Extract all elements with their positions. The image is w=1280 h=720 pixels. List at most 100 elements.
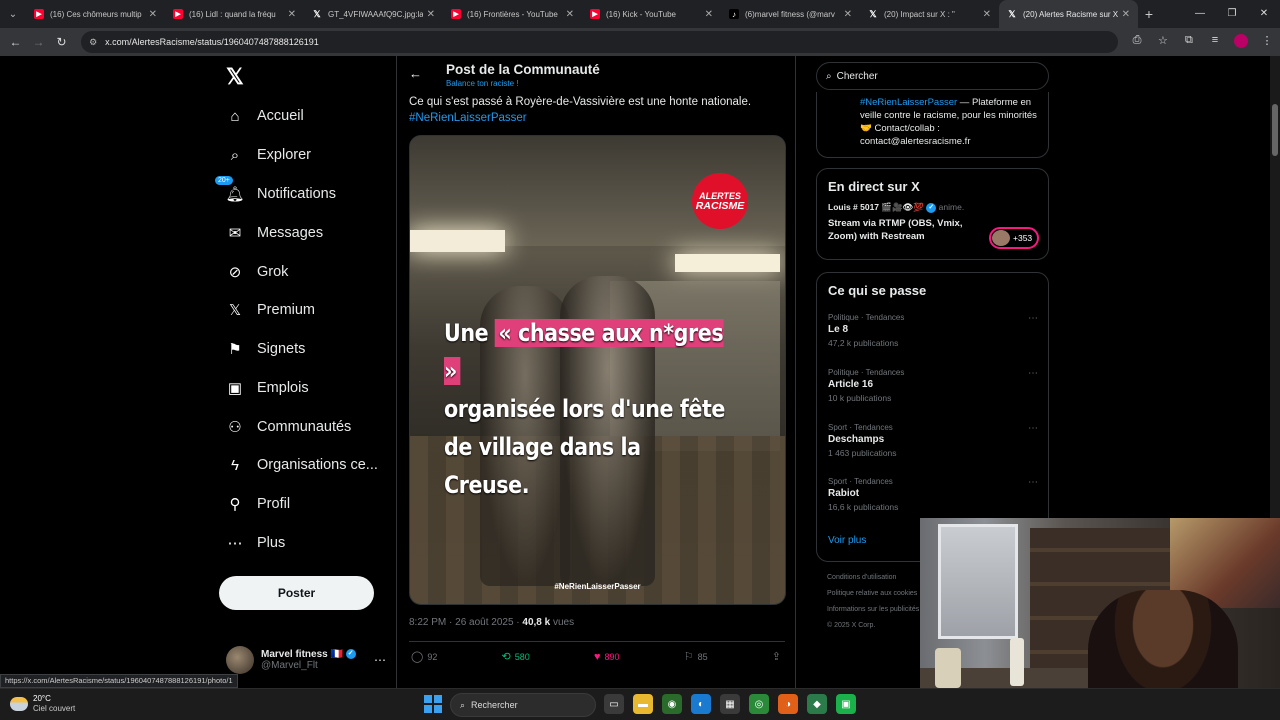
repost-button[interactable]: ⟲ 580 bbox=[502, 650, 530, 663]
x-logo-icon[interactable]: 𝕏 bbox=[226, 64, 244, 90]
file-explorer-icon[interactable]: ▬ bbox=[633, 694, 653, 714]
bell-icon: 🔔︎ 20+ bbox=[214, 175, 245, 203]
post-media-image[interactable]: ALERTES RACISME Une « chasse aux n*gres … bbox=[409, 135, 786, 605]
trend-count: 16,6 k publications bbox=[828, 502, 899, 512]
store-icon[interactable]: ▦ bbox=[720, 694, 740, 714]
account-switcher[interactable]: Marvel fitness 🇫🇷 ✓ @Marvel_Flt ⋯ bbox=[226, 643, 386, 677]
share-button[interactable]: ⇪ bbox=[772, 650, 785, 663]
footer-link[interactable]: Informations sur les publicités bbox=[827, 602, 927, 618]
trend-item[interactable]: Politique · Tendances Article 16 10 k pu… bbox=[828, 368, 1038, 403]
browser-tab[interactable]: ▶ (16) Lidl : quand la fréqu ✕ bbox=[165, 0, 304, 28]
taskbar-search[interactable]: ⌕ Rechercher bbox=[450, 693, 596, 717]
more-icon[interactable]: ⋯ bbox=[1028, 477, 1038, 488]
nav-item-more[interactable]: ⋯ Plus bbox=[226, 528, 286, 558]
close-icon[interactable]: ✕ bbox=[427, 9, 435, 20]
like-button[interactable]: ♥ 890 bbox=[594, 650, 620, 663]
trend-name: Rabiot bbox=[828, 488, 860, 499]
windows-start-icon[interactable] bbox=[424, 695, 442, 713]
close-icon[interactable]: ✕ bbox=[844, 9, 852, 20]
trend-category: Politique · Tendances bbox=[828, 368, 905, 377]
reply-button[interactable]: ◯ 92 bbox=[411, 650, 437, 663]
live-card[interactable]: En direct sur X Louis # 5017 🎬🎥👁💯 ✓ anim… bbox=[816, 168, 1049, 260]
nav-item-communities[interactable]: ⚇ Communautés bbox=[226, 412, 351, 442]
more-icon[interactable]: ⋯ bbox=[1028, 313, 1038, 324]
more-icon[interactable]: ⋯ bbox=[1028, 423, 1038, 434]
browser-tab[interactable]: 𝕏 (20) Impact sur X : " ✕ bbox=[860, 0, 999, 28]
nav-item-home[interactable]: ⌂ Accueil bbox=[226, 101, 303, 131]
scrollbar-thumb[interactable] bbox=[1272, 104, 1278, 156]
search-input[interactable]: ⌕ Chercher bbox=[816, 62, 1049, 90]
nav-item-organizations[interactable]: ϟ Organisations ce... bbox=[226, 450, 378, 480]
nav-item-profile[interactable]: ⚲ Profil bbox=[226, 489, 291, 519]
trend-item[interactable]: Sport · Tendances Rabiot 16,6 k publicat… bbox=[828, 477, 1038, 512]
logo-line: RACISME bbox=[695, 200, 745, 212]
edge-icon[interactable]: ◐ bbox=[691, 694, 711, 714]
forward-arrow-icon[interactable]: → bbox=[27, 35, 50, 49]
footer-link[interactable]: Politique relative aux cookies bbox=[827, 586, 927, 602]
nav-item-jobs[interactable]: ▣ Emplois bbox=[226, 373, 309, 403]
url-field[interactable]: ⚙ x.com/AlertesRacisme/status/1960407487… bbox=[81, 31, 1118, 53]
browser-tab[interactable]: ♪ (6)marvel fitness (@marv ✕ bbox=[721, 0, 860, 28]
back-arrow-icon[interactable]: ← bbox=[409, 66, 422, 81]
nav-item-explore[interactable]: ⌕ Explorer bbox=[226, 140, 311, 170]
profile-avatar[interactable] bbox=[1228, 33, 1254, 51]
nav-item-premium[interactable]: 𝕏 Premium bbox=[226, 295, 315, 325]
more-icon[interactable]: ⋯ bbox=[374, 653, 386, 667]
site-info-icon[interactable]: ⚙ bbox=[89, 37, 97, 48]
browser-tab-active[interactable]: 𝕏 (20) Alertes Racisme sur X ✕ bbox=[999, 0, 1138, 28]
nvidia-icon[interactable]: ◉ bbox=[662, 694, 682, 714]
close-icon[interactable]: ✕ bbox=[983, 9, 991, 20]
app-icon[interactable]: ◆ bbox=[807, 694, 827, 714]
more-icon[interactable]: ⋯ bbox=[1028, 368, 1038, 379]
see-more-link[interactable]: Voir plus bbox=[828, 535, 866, 546]
minimize-icon[interactable]: — bbox=[1184, 0, 1216, 28]
nav-item-notifications[interactable]: 🔔︎ 20+ Notifications bbox=[214, 175, 336, 209]
close-icon[interactable]: ✕ bbox=[149, 9, 157, 20]
new-tab-button[interactable]: + bbox=[1138, 6, 1160, 22]
browser-tab[interactable]: ▶ (16) Frontières - YouTube ✕ bbox=[443, 0, 582, 28]
firefox-icon[interactable]: ◑ bbox=[778, 694, 798, 714]
extensions-icon[interactable]: ⧉ bbox=[1176, 34, 1202, 51]
chrome-icon[interactable]: ◎ bbox=[749, 694, 769, 714]
reload-icon[interactable]: ↻ bbox=[50, 35, 73, 49]
post-time[interactable]: 8:22 PM · 26 août 2025 · bbox=[409, 617, 522, 628]
browser-tab[interactable]: ▶ (16) Ces chômeurs multip ✕ bbox=[26, 0, 165, 28]
tab-search-button[interactable]: ⌄ bbox=[0, 0, 26, 28]
post-button[interactable]: Poster bbox=[219, 576, 374, 610]
hashtag-link[interactable]: #NeRienLaisserPasser bbox=[860, 97, 957, 108]
maximize-icon[interactable]: ❐ bbox=[1216, 0, 1248, 28]
kebab-menu-icon[interactable]: ⋮ bbox=[1254, 34, 1280, 51]
nav-item-messages[interactable]: ✉ Messages bbox=[226, 218, 323, 248]
nav-label: Signets bbox=[257, 341, 306, 357]
mail-icon: ✉ bbox=[228, 225, 242, 242]
media-watermark: #NeRienLaisserPasser bbox=[554, 582, 641, 591]
live-user-name: Louis # 5017 🎬🎥👁💯 bbox=[828, 202, 924, 212]
weather-widget[interactable]: 20°C Ciel couvert bbox=[10, 694, 75, 714]
trend-item[interactable]: Politique · Tendances Le 8 47,2 k public… bbox=[828, 313, 1038, 348]
task-view-icon[interactable]: ▭ bbox=[604, 694, 624, 714]
nav-item-bookmarks[interactable]: ⚑ Signets bbox=[226, 334, 305, 364]
footer-link[interactable]: Conditions d'utilisation bbox=[827, 570, 927, 586]
browser-tab[interactable]: ▶ (16) Kick - YouTube ✕ bbox=[582, 0, 721, 28]
close-icon[interactable]: ✕ bbox=[705, 9, 713, 20]
browser-tab[interactable]: 𝕏 GT_4VFIWAAAfQ9C.jpg:la ✕ bbox=[304, 0, 443, 28]
hashtag-link[interactable]: #NeRienLaisserPasser bbox=[409, 111, 789, 127]
close-icon[interactable]: ✕ bbox=[1122, 9, 1130, 20]
star-icon[interactable]: ☆ bbox=[1150, 34, 1176, 51]
close-icon[interactable]: ✕ bbox=[288, 9, 296, 20]
close-window-icon[interactable]: ✕ bbox=[1248, 0, 1280, 28]
trend-name: Le 8 bbox=[828, 324, 849, 335]
caption-text: Une bbox=[444, 319, 495, 347]
bookmark-button[interactable]: ⚐ 85 bbox=[684, 650, 708, 663]
trend-item[interactable]: Sport · Tendances Deschamps 1 463 public… bbox=[828, 423, 1038, 458]
close-icon[interactable]: ✕ bbox=[566, 9, 574, 20]
app-icon[interactable]: ▣ bbox=[836, 694, 856, 714]
community-link[interactable]: Balance ton raciste ! bbox=[446, 79, 518, 88]
live-heading: En direct sur X bbox=[828, 179, 920, 194]
media-controls-icon[interactable]: ≡ bbox=[1202, 34, 1228, 51]
back-arrow-icon[interactable]: ← bbox=[4, 35, 27, 49]
install-app-icon[interactable]: ⎙ bbox=[1124, 34, 1150, 51]
live-title: Stream via RTMP (OBS, Vmix, Zoom) with R… bbox=[828, 218, 963, 242]
account-handle: @Marvel_Flt bbox=[261, 660, 318, 671]
nav-item-grok[interactable]: ⊘ Grok bbox=[226, 257, 289, 287]
